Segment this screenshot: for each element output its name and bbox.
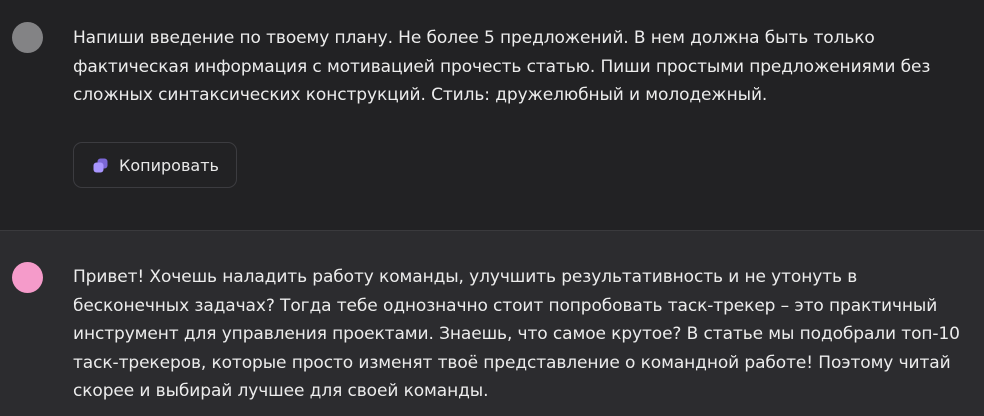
chat-window: Напиши введение по твоему плану. Не боле… <box>0 0 984 416</box>
user-avatar <box>12 22 43 53</box>
user-message-text: Напиши введение по твоему плану. Не боле… <box>73 28 931 105</box>
user-message: Напиши введение по твоему плану. Не боле… <box>0 0 984 230</box>
copy-icon <box>93 158 108 172</box>
assistant-message-text: Привет! Хочешь наладить работу команды, … <box>73 267 960 401</box>
copy-button[interactable]: Копировать <box>73 142 237 188</box>
assistant-avatar <box>12 262 43 293</box>
copy-button-label: Копировать <box>119 155 219 175</box>
assistant-message: Привет! Хочешь наладить работу команды, … <box>0 230 984 416</box>
